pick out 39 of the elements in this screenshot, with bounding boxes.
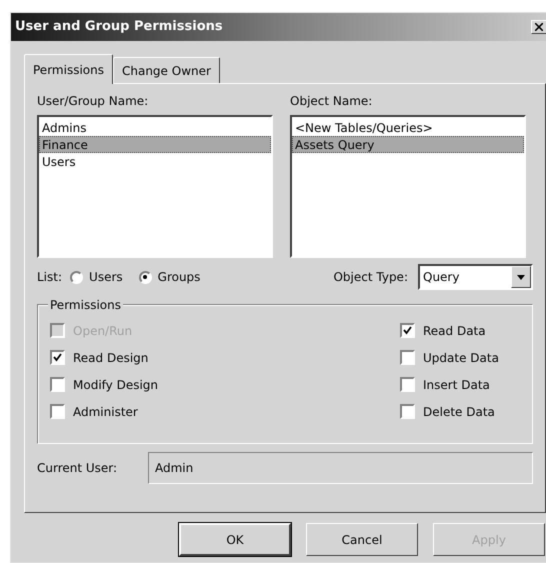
- check-mark-icon: [403, 326, 412, 335]
- list-item[interactable]: Finance: [39, 136, 271, 153]
- object-type-label: Object Type:: [333, 269, 408, 286]
- list-item[interactable]: Users: [39, 153, 271, 170]
- list-label: User/Group Name:: [37, 93, 150, 110]
- list-item[interactable]: Admins: [39, 119, 271, 136]
- dialog-button[interactable]: OK: [179, 523, 291, 556]
- current-user-label: Current User:: [37, 460, 118, 477]
- check-mark-icon: [53, 353, 62, 362]
- close-button[interactable]: [531, 20, 546, 34]
- checkbox[interactable]: [50, 350, 65, 365]
- list-label: Object Name:: [290, 93, 374, 110]
- radio-button[interactable]: [70, 270, 84, 284]
- tab[interactable]: Permissions: [24, 54, 113, 84]
- checkbox[interactable]: [400, 404, 415, 419]
- radio-button[interactable]: [138, 270, 152, 284]
- list-mode-label: List:: [37, 269, 62, 286]
- checkbox[interactable]: [50, 404, 65, 419]
- checkbox[interactable]: [400, 350, 415, 365]
- checkbox-label: Read Design: [73, 350, 148, 366]
- checkbox-label: Read Data: [423, 322, 486, 340]
- checkbox[interactable]: [400, 323, 415, 338]
- checkbox[interactable]: [50, 377, 65, 392]
- checkbox-label: Administer: [73, 404, 138, 420]
- list-item[interactable]: Assets Query: [292, 136, 524, 153]
- radio-label: Groups: [158, 269, 200, 286]
- checkbox-label: Delete Data: [423, 404, 495, 420]
- close-icon[interactable]: [535, 23, 543, 31]
- object-type-dropdown[interactable]: Query: [418, 264, 533, 290]
- radio-label: Users: [89, 269, 123, 286]
- current-user-field: Admin: [148, 452, 533, 484]
- window-title: User and Group Permissions: [15, 18, 223, 36]
- checkbox-label: Insert Data: [423, 376, 490, 394]
- checkbox-label: Modify Design: [73, 376, 158, 394]
- dialog-button[interactable]: Cancel: [306, 523, 418, 556]
- tab[interactable]: Change Owner: [112, 57, 220, 83]
- list-item[interactable]: <New Tables/Queries>: [292, 119, 524, 136]
- checkbox[interactable]: [400, 377, 415, 392]
- checkbox-label: Update Data: [423, 350, 499, 366]
